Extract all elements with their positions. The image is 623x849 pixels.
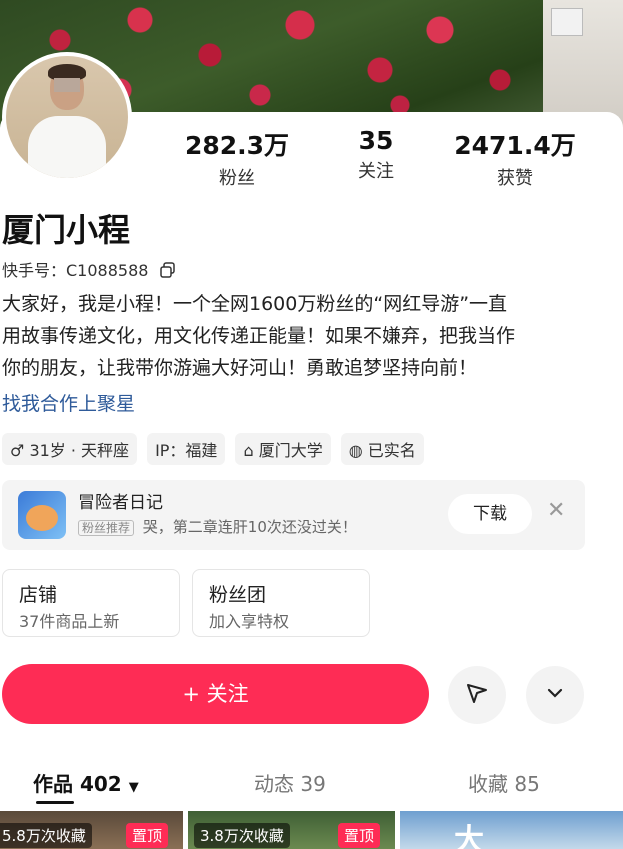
favorite-count: 5.8万次收藏	[0, 823, 92, 848]
fan-club-card-subtitle: 加入享特权	[209, 612, 290, 631]
tag-ip: IP：福建	[147, 433, 226, 465]
fan-club-card-title: 粉丝团	[209, 584, 267, 606]
shop-card-subtitle: 37件商品上新	[19, 612, 120, 631]
promo-text: 哭，第二章连肝10次还没过关！	[142, 518, 357, 536]
share-button[interactable]	[448, 666, 506, 724]
tag-verified-text: 已实名	[367, 441, 416, 460]
avatar-photo	[6, 56, 128, 178]
caret-down-icon: ▼	[128, 780, 139, 795]
thumbnail-text: 大	[454, 823, 484, 849]
tab-updates[interactable]: 动态 39	[254, 768, 326, 797]
profile-bio: 大家好，我是小程！一个全网1600万粉丝的“网红导游”一直 用故事传递文化，用文…	[2, 288, 592, 384]
tab-works-label: 作品 402	[33, 772, 122, 796]
tab-works[interactable]: 作品 402 ▼	[33, 768, 139, 797]
user-id: 快手号：C1088588	[2, 261, 149, 280]
bio-line: 你的朋友，让我带你游遍大好河山！勇敢追梦坚持向前！	[2, 357, 478, 379]
video-thumbnail[interactable]: 3.8万次收藏 置顶	[188, 811, 395, 849]
download-button[interactable]: 下载	[448, 494, 532, 534]
cooperation-link[interactable]: 找我合作上聚星	[2, 389, 135, 416]
tag-age-text: 31岁 · 天秤座	[29, 441, 130, 460]
game-app-icon	[18, 491, 66, 539]
profile-tags: ♂ 31岁 · 天秤座 IP：福建 ⌂ 厦门大学 ◍ 已实名	[2, 433, 424, 465]
close-icon[interactable]: ✕	[547, 498, 565, 523]
copy-icon[interactable]	[159, 261, 176, 282]
favorite-count: 3.8万次收藏	[194, 823, 290, 848]
pinned-badge: 置顶	[126, 823, 169, 848]
shield-check-icon: ◍	[348, 441, 363, 460]
more-dropdown-button[interactable]	[526, 666, 584, 724]
shop-card[interactable]: 店铺 37件商品上新	[2, 569, 180, 637]
shop-card-title: 店铺	[19, 584, 58, 606]
stat-likes-number: 2471.4万	[454, 131, 576, 160]
tag-school[interactable]: ⌂ 厦门大学	[235, 433, 331, 465]
tag-school-text: 厦门大学	[258, 441, 323, 460]
stat-following-number: 35	[358, 126, 394, 155]
game-promo-banner[interactable]: 冒险者日记 粉丝推荐 哭，第二章连肝10次还没过关！ 下载 ✕	[2, 480, 585, 550]
stat-following[interactable]: 35 关注	[340, 126, 412, 183]
promo-subtitle: 粉丝推荐 哭，第二章连肝10次还没过关！	[78, 516, 357, 537]
avatar-mosaic	[54, 78, 80, 92]
male-icon: ♂	[10, 441, 25, 460]
promo-badge: 粉丝推荐	[78, 520, 135, 536]
stat-likes[interactable]: 2471.4万 获赞	[452, 126, 578, 190]
video-thumbnail[interactable]: 大	[400, 811, 623, 849]
video-thumbnail[interactable]: 5.8万次收藏 置顶	[0, 811, 183, 849]
follow-button[interactable]: + 关注	[2, 664, 429, 724]
promo-title: 冒险者日记	[78, 493, 163, 513]
avatar[interactable]	[2, 52, 132, 182]
chevron-down-icon	[544, 682, 566, 708]
send-icon	[465, 681, 489, 709]
tab-favorites[interactable]: 收藏 85	[468, 768, 540, 797]
fan-club-card[interactable]: 粉丝团 加入享特权	[192, 569, 370, 637]
stat-fans-number: 282.3万	[184, 131, 290, 160]
stat-fans-label: 粉丝	[219, 168, 255, 189]
pinned-badge: 置顶	[338, 823, 381, 848]
tag-age: ♂ 31岁 · 天秤座	[2, 433, 138, 465]
avatar-shirt	[28, 116, 106, 178]
tab-active-indicator	[36, 801, 74, 804]
profile-name: 厦门小程	[2, 211, 131, 249]
tag-verified: ◍ 已实名	[340, 433, 424, 465]
air-conditioner	[551, 8, 583, 36]
user-id-row: 快手号：C1088588	[2, 257, 176, 282]
stat-following-label: 关注	[358, 161, 394, 182]
bio-line: 大家好，我是小程！一个全网1600万粉丝的“网红导游”一直	[2, 293, 508, 315]
bio-line: 用故事传递文化，用文化传递正能量！如果不嫌弃，把我当作	[2, 325, 516, 347]
stat-likes-label: 获赞	[497, 168, 533, 189]
school-icon: ⌂	[243, 441, 254, 460]
stat-fans[interactable]: 282.3万 粉丝	[182, 126, 292, 190]
